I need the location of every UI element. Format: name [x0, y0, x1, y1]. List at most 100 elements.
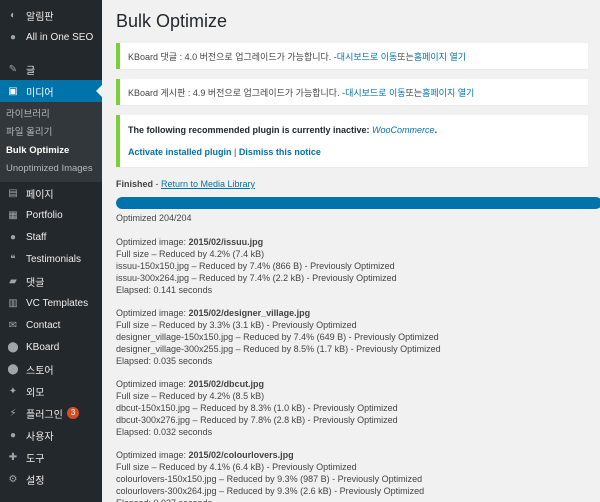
result-filename: 2015/02/dbcut.jpg [188, 379, 265, 389]
menu-separator [0, 48, 102, 58]
contact-icon: ✉ [8, 319, 18, 331]
sidebar-item-settings[interactable]: ⚙ 설정 [0, 468, 102, 490]
finished-label: Finished [116, 179, 154, 189]
plugins-icon: ⚡ [9, 407, 17, 419]
notice-period: . [434, 125, 438, 135]
submenu-item[interactable]: 파일 올리기 [0, 124, 102, 142]
page-icon: ▤ [8, 187, 18, 199]
sidebar-item-store[interactable]: ⬤ 스토어 [0, 358, 102, 380]
result-line: colourlovers-300x264.jpg – Reduced by 9.… [116, 486, 425, 496]
result-block: Optimized image: 2015/02/dbcut.jpg Full s… [116, 378, 600, 438]
result-prefix: Optimized image: [116, 237, 189, 247]
sidebar-item-label: 플러그인 [26, 409, 63, 421]
sidebar-item-portfolio[interactable]: ▦ Portfolio [0, 204, 102, 226]
kboard-board-update-notice: KBoard 게시판 : 4.9 버전으로 업그레이드가 가능합니다. - 대시… [116, 79, 588, 105]
sidebar-item-label: 사용자 [26, 431, 54, 443]
result-line: Elapsed: 0.027 seconds [116, 497, 600, 502]
return-to-media-library-link[interactable]: Return to Media Library [161, 179, 255, 189]
result-line: dbcut-300x276.jpg – Reduced by 7.8% (2.8… [116, 415, 398, 425]
dismiss-notice-link[interactable]: Dismiss this notice [239, 147, 321, 157]
comments-icon: ▰ [9, 275, 17, 287]
update-count-badge: 3 [66, 407, 80, 419]
sidebar-item-seo[interactable]: ● All in One SEO [0, 26, 102, 48]
page-title: Bulk Optimize [116, 11, 228, 31]
sidebar-item-label: 설정 [26, 475, 45, 487]
sidebar-item-contact[interactable]: ✉ Contact [0, 314, 102, 336]
submenu-item[interactable]: 라이브러리 [0, 106, 102, 124]
sidebar-item-dashboard[interactable]: ◐ 알림판 [0, 4, 102, 26]
sidebar-item-label: Staff [26, 231, 47, 243]
result-filename: 2015/02/designer_village.jpg [188, 308, 311, 318]
result-line: designer_village-150x150.jpg – Reduced b… [116, 332, 439, 342]
result-line: dbcut-150x150.jpg – Reduced by 8.3% (1.0… [116, 403, 398, 413]
sidebar-item-plugins[interactable]: ⚡ 플러그인 3 [0, 402, 102, 424]
tools-icon: ✚ [8, 451, 18, 463]
optimization-results: Optimized image: 2015/02/issuu.jpg Full s… [116, 236, 600, 502]
submenu-item[interactable]: Unoptimized Images [0, 160, 102, 178]
result-line: designer_village-300x255.jpg – Reduced b… [116, 344, 441, 354]
progress-fill [116, 197, 600, 209]
seo-icon: ● [9, 31, 17, 43]
result-heading: Optimized image: 2015/02/colourlovers.jp… [116, 449, 600, 461]
notice-or: 또는 [405, 87, 423, 98]
result-heading: Optimized image: 2015/02/issuu.jpg [116, 236, 600, 248]
result-heading: Optimized image: 2015/02/designer_villag… [116, 307, 600, 319]
dashboard-link[interactable]: 대시보드로 이동 [337, 50, 397, 63]
result-line: Elapsed: 0.032 seconds [116, 427, 213, 437]
result-prefix: Optimized image: [116, 308, 189, 318]
sidebar-item-label: 스토어 [26, 365, 54, 377]
sidebar-item-kboard[interactable]: ⬤ KBoard [0, 336, 102, 358]
result-block: Optimized image: 2015/02/issuu.jpg Full s… [116, 236, 600, 296]
sidebar-item-appearance[interactable]: ✦ 외모 [0, 380, 102, 402]
sidebar-item-label: Portfolio [26, 209, 63, 221]
staff-icon: ● [9, 231, 17, 243]
result-line: Elapsed: 0.141 seconds [116, 285, 213, 295]
result-filename: 2015/02/issuu.jpg [188, 237, 264, 247]
homepage-link[interactable]: 홈페이지 열기 [422, 86, 474, 99]
sidebar-item-label: 글 [26, 65, 36, 77]
result-block: Optimized image: 2015/02/designer_villag… [116, 307, 600, 367]
sidebar-item-staff[interactable]: ● Staff [0, 226, 102, 248]
wp-admin-window: ◐ 알림판 ● All in One SEO ✎ 글 ▣ 미디어 라이브러리 파일 올리기 Bu… [0, 0, 600, 502]
notice-text: KBoard 게시판 : 4.9 버전으로 업그레이드가 가능합니다. - [128, 87, 346, 98]
activate-plugin-link[interactable]: Activate installed plugin [128, 147, 232, 157]
sidebar-item-label: Contact [26, 319, 61, 331]
sidebar-item-media[interactable]: ▣ 미디어 [0, 80, 102, 102]
result-line: colourlovers-150x150.jpg – Reduced by 9.… [116, 474, 423, 484]
result-filename: 2015/02/colourlovers.jpg [188, 450, 294, 460]
sidebar-item-comments[interactable]: ▰ 댓글 [0, 270, 102, 292]
result-prefix: Optimized image: [116, 450, 189, 460]
notice-text: The following recommended plugin is curr… [128, 125, 373, 135]
sidebar-item-testimonials[interactable]: ❝ Testimonials [0, 248, 102, 270]
woocommerce-link[interactable]: WooCommerce [372, 125, 435, 135]
sidebar-item-label: VC Templates [26, 297, 89, 309]
dashboard-link[interactable]: 대시보드로 이동 [345, 86, 405, 99]
appearance-icon: ✦ [8, 385, 18, 397]
sidebar-item-label: 댓글 [26, 277, 45, 289]
notice-text: KBoard 댓글 : 4.0 버전으로 업그레이드가 가능합니다. - [128, 51, 337, 62]
templates-icon: ▥ [8, 297, 18, 309]
main-content: Bulk Optimize KBoard 댓글 : 4.0 버전으로 업그레이드… [102, 0, 600, 502]
notice-or: 또는 [397, 51, 414, 62]
sidebar-item-label: 외모 [26, 387, 45, 399]
sidebar-item-users[interactable]: ● 사용자 [0, 424, 102, 446]
sidebar-item-tools[interactable]: ✚ 도구 [0, 446, 102, 468]
result-line: Full size – Reduced by 4.2% (7.4 kB) [116, 249, 265, 259]
result-block: Optimized image: 2015/02/colourlovers.jp… [116, 449, 600, 502]
sidebar-item-label: 도구 [26, 453, 45, 465]
submenu-item[interactable]: Bulk Optimize [0, 142, 102, 160]
result-line: Full size – Reduced by 3.3% (3.1 kB) - P… [116, 320, 357, 330]
homepage-link[interactable]: 홈페이지 열기 [414, 50, 466, 63]
result-line: Full size – Reduced by 4.1% (6.4 kB) - P… [116, 462, 357, 472]
optimization-progress-bar [116, 197, 600, 209]
result-prefix: Optimized image: [116, 379, 189, 389]
media-icon: ▣ [8, 85, 18, 97]
dashboard-icon: ◐ [9, 9, 17, 21]
sidebar-item-label: 알림판 [26, 11, 54, 23]
sidebar-item-templates[interactable]: ▥ VC Templates [0, 292, 102, 314]
sidebar-item-label: KBoard [26, 341, 60, 353]
sidebar-item-pushpin[interactable]: ✎ 글 [0, 58, 102, 80]
settings-icon: ⚙ [8, 473, 18, 485]
result-line: Full size – Reduced by 4.2% (8.5 kB) [116, 391, 265, 401]
sidebar-item-page[interactable]: ▤ 페이지 [0, 182, 102, 204]
